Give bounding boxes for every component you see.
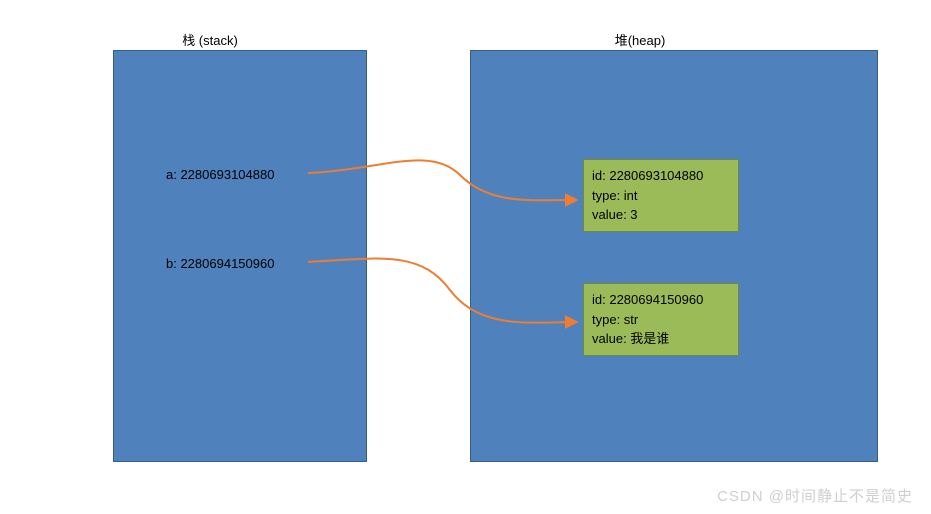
obj-type: type: str <box>592 310 730 330</box>
obj-type: type: int <box>592 186 730 206</box>
stack-box: a: 2280693104880 b: 2280694150960 <box>113 50 367 462</box>
heap-box: id: 2280693104880 type: int value: 3 id:… <box>470 50 878 462</box>
heap-title: 堆(heap) <box>580 30 700 49</box>
obj-id: id: 2280694150960 <box>592 290 730 310</box>
stack-title: 栈 (stack) <box>150 30 270 49</box>
heap-object-int: id: 2280693104880 type: int value: 3 <box>583 159 739 232</box>
obj-value: value: 我是谁 <box>592 329 730 349</box>
stack-item-b: b: 2280694150960 <box>166 256 274 271</box>
watermark: CSDN @时间静止不是简史 <box>717 485 913 506</box>
obj-value: value: 3 <box>592 205 730 225</box>
heap-object-str: id: 2280694150960 type: str value: 我是谁 <box>583 283 739 356</box>
stack-item-a: a: 2280693104880 <box>166 167 274 182</box>
obj-id: id: 2280693104880 <box>592 166 730 186</box>
